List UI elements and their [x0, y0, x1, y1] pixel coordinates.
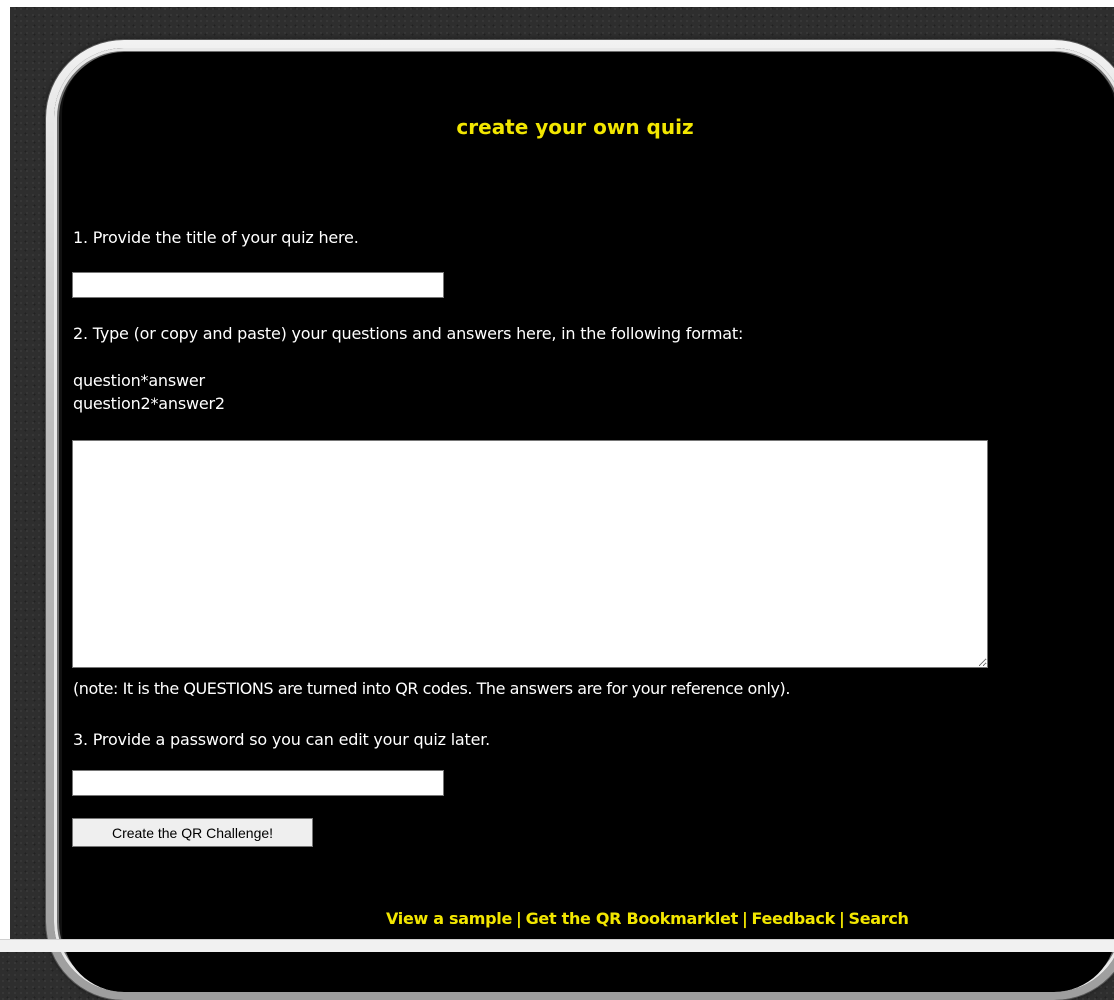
questions-note: (note: It is the QUESTIONS are turned in…: [73, 679, 790, 698]
feedback-link[interactable]: Feedback: [752, 909, 836, 928]
footer-separator: |: [741, 909, 748, 928]
quiz-title-label: 1. Provide the title of your quiz here.: [73, 228, 359, 247]
quiz-title-input[interactable]: [72, 272, 444, 298]
footer-separator: |: [516, 909, 522, 928]
password-input[interactable]: [72, 770, 444, 796]
footer-links: View a sample | Get the QR Bookmarklet | Fee…: [386, 909, 909, 928]
questions-instructions-label: 2. Type (or copy and paste) your questio…: [73, 324, 744, 343]
search-link[interactable]: Search: [848, 909, 908, 928]
get-qr-bookmarklet-link[interactable]: Get the QR Bookmarklet: [526, 909, 739, 928]
window-left-edge: [0, 0, 10, 951]
password-label: 3. Provide a password so you can edit yo…: [73, 730, 491, 749]
window-top-edge: [0, 0, 1114, 7]
questions-answers-textarea[interactable]: [72, 440, 988, 668]
footer-separator: |: [838, 909, 845, 928]
page-title: create your own quiz: [456, 115, 694, 139]
format-example-line-1: question*answer: [73, 371, 205, 390]
view-sample-link[interactable]: View a sample: [386, 909, 512, 928]
create-qr-challenge-button[interactable]: Create the QR Challenge!: [72, 818, 313, 847]
format-example-line-2: question2*answer2: [73, 394, 225, 413]
horizontal-scrollbar[interactable]: [0, 939, 1114, 952]
